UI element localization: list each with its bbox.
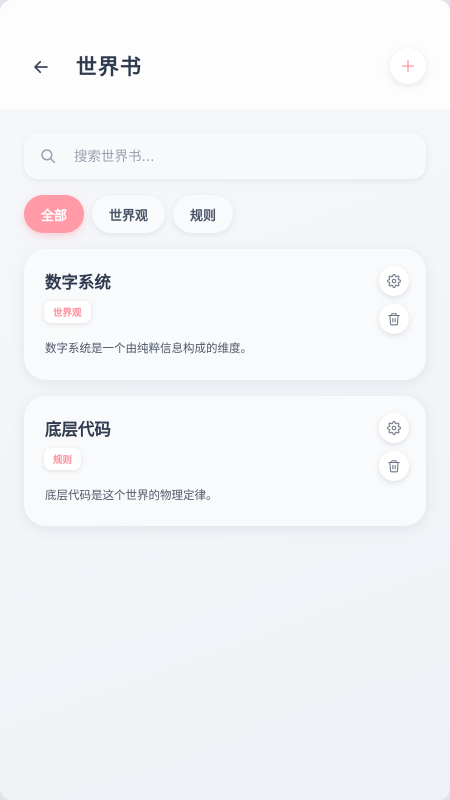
worldbook-card[interactable]: 数字系统 世界观 数字系统是一个由纯粹信息构成的维度。: [24, 249, 426, 380]
page-title: 世界书: [76, 55, 142, 79]
gear-icon: [387, 274, 401, 288]
add-button[interactable]: [390, 48, 426, 84]
card-tag: 世界观: [44, 301, 91, 323]
filter-tabs: 全部 世界观 规则: [24, 195, 234, 233]
card-title: 底层代码: [45, 420, 111, 439]
card-title: 数字系统: [45, 273, 111, 292]
filter-chip-rules[interactable]: 规则: [173, 195, 234, 233]
worldbook-card[interactable]: 底层代码 规则 底层代码是这个世界的物理定律。: [24, 396, 426, 526]
plus-icon: [402, 60, 414, 72]
filter-chip-all[interactable]: 全部: [24, 195, 85, 233]
filter-chip-worldview[interactable]: 世界观: [92, 195, 166, 233]
arrow-left-icon: [34, 60, 48, 74]
card-description: 数字系统是一个由纯粹信息构成的维度。: [45, 341, 252, 355]
app-window: 世界书 全部 世界观 规则 数字系统 世界观 数字系统是一个由纯粹信息构成的维度…: [0, 0, 450, 800]
card-description: 底层代码是这个世界的物理定律。: [45, 488, 218, 502]
search-input[interactable]: [72, 133, 416, 181]
search-icon: [41, 149, 56, 164]
trash-icon: [388, 313, 400, 326]
delete-button[interactable]: [379, 451, 409, 481]
header-bar: 世界书: [0, 0, 450, 109]
card-tag: 规则: [44, 448, 82, 470]
trash-icon: [388, 460, 400, 473]
back-button[interactable]: [28, 54, 54, 80]
settings-button[interactable]: [379, 413, 409, 443]
gear-icon: [387, 421, 401, 435]
search-bar: [24, 133, 426, 181]
delete-button[interactable]: [379, 304, 409, 334]
settings-button[interactable]: [379, 266, 409, 296]
